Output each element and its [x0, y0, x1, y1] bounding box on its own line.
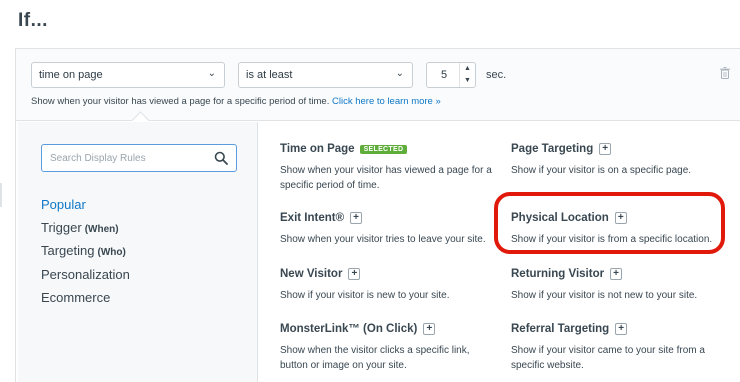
learn-more-link[interactable]: Click here to learn more »: [332, 96, 441, 107]
rule-description: Show when your visitor has viewed a page…: [31, 96, 441, 107]
rule-name[interactable]: Physical Location +: [511, 212, 726, 224]
seconds-value[interactable]: 5: [427, 69, 461, 81]
category-sub: (When): [84, 224, 119, 235]
category-label: Ecommerce: [41, 290, 111, 305]
chevron-down-icon: ⌄: [395, 68, 404, 79]
rule-exit-intent[interactable]: Exit Intent® + Show when your visitor tr…: [280, 212, 495, 247]
operator-select-label: is at least: [246, 69, 293, 81]
rule-text: Show if your visitor is from a specific …: [511, 234, 713, 245]
rule-physical-location[interactable]: Physical Location + Show if your visitor…: [511, 212, 726, 247]
rule-page-targeting[interactable]: Page Targeting + Show if your visitor is…: [511, 143, 726, 178]
condition-select[interactable]: time on page ⌄: [31, 62, 225, 88]
rule-name[interactable]: New Visitor +: [280, 268, 495, 280]
add-icon[interactable]: +: [614, 212, 627, 224]
rule-name-label: Returning Visitor: [511, 268, 605, 280]
rule-referral-targeting[interactable]: Referral Targeting + Show if your visito…: [511, 323, 726, 373]
rule-name[interactable]: Referral Targeting +: [511, 323, 726, 335]
category-label: Targeting: [41, 243, 95, 258]
add-icon[interactable]: +: [348, 268, 361, 280]
rule-text: Show if your visitor is not new to your …: [511, 290, 698, 301]
stepper-controls[interactable]: ▲ ▼: [459, 63, 475, 87]
rule-name-label: New Visitor: [280, 268, 343, 280]
category-targeting[interactable]: Targeting (Who): [41, 243, 126, 258]
selected-badge: SELECTED: [359, 144, 408, 154]
rule-text: Show when the visitor clicks a specific …: [280, 345, 470, 371]
rule-condition-bar: time on page ⌄ is at least ⌄ 5 ▲ ▼ sec. …: [16, 49, 740, 130]
rule-new-visitor[interactable]: New Visitor + Show if your visitor is ne…: [280, 268, 495, 303]
rule-name[interactable]: Page Targeting +: [511, 143, 726, 155]
trash-icon[interactable]: [720, 67, 730, 79]
search-icon: [214, 151, 228, 165]
category-popular[interactable]: Popular: [41, 197, 86, 212]
category-label: Popular: [41, 197, 86, 212]
add-icon[interactable]: +: [423, 323, 436, 335]
rule-text: Show if your visitor is new to your site…: [280, 290, 450, 301]
rule-name[interactable]: Exit Intent® +: [280, 212, 495, 224]
rule-text: Show if your visitor came to your site f…: [511, 345, 705, 371]
seconds-stepper[interactable]: 5 ▲ ▼: [426, 62, 476, 88]
rule-text: Show when your visitor has viewed a page…: [280, 165, 492, 191]
rule-name-label: Physical Location: [511, 212, 609, 224]
category-sub: (Who): [97, 247, 126, 258]
add-icon[interactable]: +: [615, 323, 628, 335]
search-rules-input[interactable]: Search Display Rules: [41, 144, 237, 172]
operator-select[interactable]: is at least ⌄: [238, 62, 413, 88]
rule-name[interactable]: Time on Page SELECTED: [280, 143, 495, 155]
page-title: If...: [18, 10, 48, 31]
category-personalization[interactable]: Personalization: [41, 267, 130, 282]
rule-name-label: Exit Intent®: [280, 212, 345, 224]
edge-divider: [0, 183, 2, 207]
category-label: Trigger: [41, 220, 82, 235]
rule-description-text: Show when your visitor has viewed a page…: [31, 96, 330, 107]
rules-sidebar: Search Display Rules Popular Trigger (Whe…: [18, 122, 258, 382]
rule-text: Show when your visitor tries to leave yo…: [280, 234, 486, 245]
rule-name[interactable]: MonsterLink™ (On Click) +: [280, 323, 495, 335]
add-icon[interactable]: +: [599, 143, 612, 155]
category-ecommerce[interactable]: Ecommerce: [41, 290, 110, 305]
stepper-down-icon[interactable]: ▼: [460, 75, 475, 87]
condition-select-label: time on page: [39, 69, 103, 81]
add-icon[interactable]: +: [350, 212, 363, 224]
rule-monsterlink[interactable]: MonsterLink™ (On Click) + Show when the …: [280, 323, 495, 373]
search-placeholder: Search Display Rules: [50, 153, 146, 164]
rule-returning-visitor[interactable]: Returning Visitor + Show if your visitor…: [511, 268, 726, 303]
unit-label: sec.: [486, 69, 507, 81]
rule-text: Show if your visitor is on a specific pa…: [511, 165, 692, 176]
rule-name-label: MonsterLink™ (On Click): [280, 323, 418, 335]
rule-name-label: Referral Targeting: [511, 323, 610, 335]
rule-name[interactable]: Returning Visitor +: [511, 268, 726, 280]
category-trigger[interactable]: Trigger (When): [41, 220, 119, 235]
chevron-down-icon: ⌄: [207, 68, 216, 79]
rule-name-label: Time on Page: [280, 143, 355, 155]
stepper-up-icon[interactable]: ▲: [460, 63, 475, 75]
category-label: Personalization: [41, 267, 130, 282]
add-icon[interactable]: +: [610, 268, 623, 280]
rule-name-label: Page Targeting: [511, 143, 594, 155]
rule-time-on-page[interactable]: Time on Page SELECTED Show when your vis…: [280, 143, 495, 193]
